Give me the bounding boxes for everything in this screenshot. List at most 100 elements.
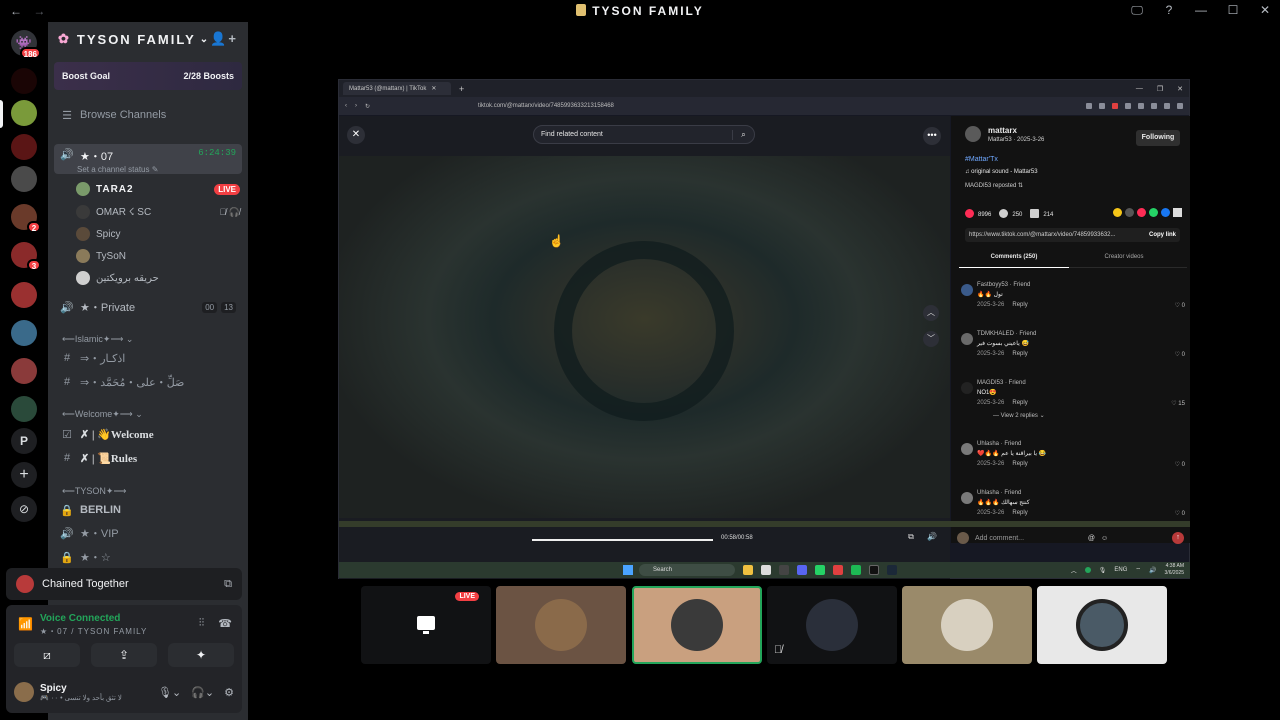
extension-icon[interactable]	[1086, 103, 1092, 109]
send-icon[interactable]: ↑	[1171, 532, 1184, 544]
app-icon[interactable]	[761, 565, 771, 575]
voice-member[interactable]: TySoN	[76, 245, 240, 267]
server-icon[interactable]	[11, 166, 37, 192]
category-welcome[interactable]: ⟵Welcome✦⟶ ⌄	[62, 409, 143, 420]
reply-button[interactable]: Reply	[1012, 302, 1027, 308]
comment-like[interactable]: ♡ 15	[1171, 400, 1185, 407]
comment-author[interactable]: Uhlasha · Friend	[977, 441, 1021, 447]
signal-icon[interactable]: 📶	[18, 617, 33, 631]
avatar[interactable]	[961, 492, 973, 504]
voice-member[interactable]: Spicy	[76, 223, 240, 245]
voice-status[interactable]: Voice Connected	[40, 613, 120, 624]
microphone-icon[interactable]: 🎙⌄	[158, 686, 181, 699]
extension-icon[interactable]	[1138, 103, 1144, 109]
reply-button[interactable]: Reply	[1012, 400, 1027, 406]
sound-link[interactable]: ♫ original sound - Mattar53	[965, 169, 1038, 175]
comment-like[interactable]: ♡ 0	[1175, 351, 1185, 358]
add-comment-input[interactable]: Add comment...	[975, 535, 1024, 542]
copy-link-button[interactable]: Copy link	[1149, 228, 1176, 242]
video-progress-bar[interactable]	[532, 539, 713, 541]
server-icon[interactable]	[11, 68, 37, 94]
hashtag-link[interactable]: #Mattar'Tx	[965, 156, 998, 163]
server-icon[interactable]: 3	[11, 242, 41, 271]
minimize-icon[interactable]: —	[1136, 85, 1143, 93]
app-icon[interactable]	[779, 565, 789, 575]
boost-goal[interactable]: Boost Goal 2/28 Boosts	[54, 62, 242, 90]
popout-icon[interactable]: ⧉	[224, 578, 232, 591]
direct-messages-icon[interactable]: 👾 186	[11, 30, 41, 59]
share-icon[interactable]	[1137, 208, 1146, 217]
comment-like[interactable]: ♡ 0	[1175, 461, 1185, 468]
previous-video-icon[interactable]: ︿	[923, 305, 939, 321]
mention-icon[interactable]: @	[1088, 535, 1095, 542]
category-islamic[interactable]: ⟵Islamic✦⟶ ⌄	[62, 334, 133, 345]
comment-author[interactable]: Fastboyy53 · Friend	[977, 282, 1030, 288]
server-icon[interactable]	[11, 320, 37, 346]
username[interactable]: Spicy	[40, 683, 122, 694]
browser-tab[interactable]: Mattar53 (@mattarx) | TikTok ✕	[343, 82, 451, 95]
reply-button[interactable]: Reply	[1012, 351, 1027, 357]
reply-button[interactable]: Reply	[1012, 510, 1027, 516]
avatar[interactable]	[961, 382, 973, 394]
emoji-icon[interactable]: ☺	[1101, 535, 1108, 542]
taskbar-search[interactable]: Search	[639, 564, 735, 576]
add-server-icon[interactable]: +	[11, 462, 37, 488]
server-icon[interactable]	[11, 396, 37, 422]
more-options-icon[interactable]: •••	[923, 127, 941, 145]
tab-creator-videos[interactable]: Creator videos	[1069, 254, 1179, 260]
comment-like[interactable]: ♡ 0	[1175, 510, 1185, 517]
server-icon-p[interactable]: P	[11, 428, 37, 454]
view-replies-button[interactable]: — View 2 replies ⌄	[993, 412, 1045, 419]
participant-tile-speaking[interactable]	[632, 586, 762, 664]
screen-share-button[interactable]: ⇪	[91, 643, 157, 667]
activities-button[interactable]: ✦	[168, 643, 234, 667]
taskbar-clock[interactable]: 4:38 AM 3/6/2025	[1165, 563, 1184, 577]
participant-tile[interactable]	[767, 586, 897, 664]
next-video-icon[interactable]: ﹀	[923, 331, 939, 347]
text-channel[interactable]: # ⇒・اذكـار	[54, 347, 242, 369]
windows-start-icon[interactable]	[623, 565, 633, 575]
tiktok-video-player[interactable]: ✕ Find related content ⌕ ••• ︿ ﹀ 00:58/00…	[339, 116, 950, 579]
extension-icon[interactable]	[1112, 103, 1118, 109]
participant-tile-stream[interactable]: LIVE	[361, 586, 491, 664]
tab-comments[interactable]: Comments (250)	[959, 254, 1069, 268]
channel-status-input[interactable]: Set a channel status ✎	[77, 165, 158, 174]
back-icon[interactable]: ‹	[345, 103, 347, 109]
extension-icon[interactable]	[1099, 103, 1105, 109]
tiktok-icon[interactable]	[869, 565, 879, 575]
noise-suppression-icon[interactable]: ⫶⫶	[199, 617, 205, 630]
category-tyson[interactable]: ⟵TYSON✦⟶	[62, 486, 126, 497]
server-icon[interactable]	[11, 282, 37, 308]
close-icon[interactable]: ✕	[1258, 3, 1272, 18]
tray-status-icon[interactable]	[1084, 567, 1091, 573]
comment-like[interactable]: ♡ 0	[1175, 302, 1185, 309]
voice-member[interactable]: OMAR ☇ SC 🎙̸ 🎧̸	[76, 201, 240, 223]
locked-channel[interactable]: 🔒 ★・☆	[54, 546, 242, 568]
url-input[interactable]: tiktok.com/@mattarx/video/74859936332131…	[478, 103, 614, 109]
discord-icon[interactable]	[797, 565, 807, 575]
search-icon[interactable]: ⌕	[732, 129, 754, 140]
server-icon[interactable]	[11, 134, 37, 160]
video-link-box[interactable]: https://www.tiktok.com/@mattarx/video/74…	[965, 228, 1180, 242]
avatar[interactable]	[14, 682, 34, 702]
tray-wifi-icon[interactable]: ⌔	[1135, 566, 1141, 574]
invite-icon[interactable]: 👤+	[210, 31, 238, 47]
extension-icon[interactable]	[1164, 103, 1170, 109]
camera-off-button[interactable]: ⧄	[14, 643, 80, 667]
author-avatar[interactable]	[965, 126, 981, 142]
locked-channel[interactable]: 🔒 BERLIN	[54, 499, 242, 521]
text-channel[interactable]: # ✗ | 📜Rules	[54, 447, 242, 469]
related-search-input[interactable]: Find related content ⌕	[533, 125, 755, 144]
voice-member[interactable]: TARA2 LIVE	[76, 178, 240, 200]
comment-button[interactable]: 250	[999, 209, 1022, 218]
browse-channels[interactable]: ☰ Browse Channels	[54, 104, 242, 126]
share-icon[interactable]	[1125, 208, 1134, 217]
comment-author[interactable]: TDMKHALED · Friend	[977, 331, 1036, 337]
browser-icon[interactable]	[833, 565, 843, 575]
tab-close-icon[interactable]: ✕	[431, 85, 436, 92]
new-tab-icon[interactable]: +	[459, 84, 464, 94]
extension-icon[interactable]	[1151, 103, 1157, 109]
spotify-icon[interactable]	[851, 565, 861, 575]
language-indicator[interactable]: ENG	[1114, 567, 1127, 573]
reload-icon[interactable]: ↻	[365, 103, 370, 110]
